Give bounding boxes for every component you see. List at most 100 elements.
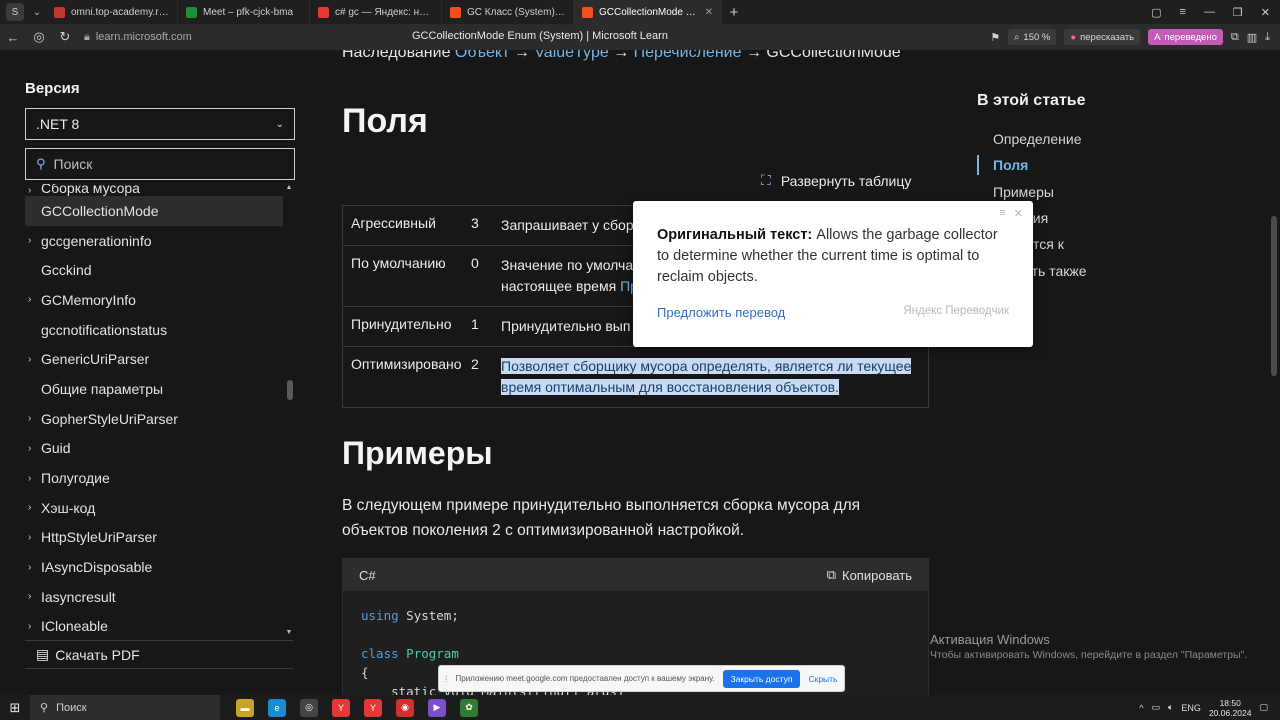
toc-item-label: IAsyncDisposable [41,559,153,576]
page-scrollbar[interactable] [1270,50,1278,695]
toc-item-label: Полугодие [41,470,110,487]
menu-icon[interactable]: ≡ [1179,6,1185,19]
sidebar-toggle-icon[interactable]: ▥ [1247,31,1257,44]
stop-sharing-button[interactable]: Закрыть доступ [722,669,801,688]
inherit-valuetype-link[interactable]: ValueType [534,50,608,61]
app-icon[interactable]: ◎ [300,698,318,717]
suggest-translation-link[interactable]: Предложить перевод [657,305,785,320]
url-field[interactable]: 🔒︎ learn.microsoft.com [84,31,384,44]
inherit-enum-link[interactable]: Перечисление [634,50,742,61]
address-actions: ⚑ ⌕ 150 % ● пересказать Aпереведено ⧉ ▥ ⤓ [990,29,1280,45]
file-explorer-icon[interactable]: ▬ [236,698,254,717]
in-this-article-link[interactable]: Определение [993,126,1087,152]
toc-item[interactable]: › HttpStyleUriParser [25,523,283,553]
close-tab-icon[interactable]: ✕ [705,7,713,18]
toc-item[interactable]: Gcckind [25,255,283,285]
scroll-up-icon[interactable]: ▲ [284,184,294,191]
hide-bar-button[interactable]: Скрыть [808,674,837,684]
chevron-up-icon[interactable]: ^ [1139,703,1143,713]
bookmark-icon[interactable]: ⚑ [990,31,1000,44]
tab-list-chevron-icon[interactable]: ⌄ [28,3,46,21]
maximize-icon[interactable]: ❐ [1233,6,1243,19]
toc-item[interactable]: › GopherStyleUriParser [25,404,283,434]
browser-tab[interactable]: GC Класс (System) | Micr [442,0,574,24]
popup-close-icon[interactable]: ✕ [1014,207,1023,220]
scroll-down-icon[interactable]: ▼ [284,629,294,636]
toc-list: › Сборка мусора GCCollectionMode › gccgenera… [25,184,283,634]
expand-table-button[interactable]: ⛶ Развернуть таблицу [761,172,911,189]
page-scroll-thumb[interactable] [1271,216,1277,376]
windows-start-icon[interactable]: ⊞ [0,700,30,716]
toc-item[interactable]: › Iasyncresult [25,582,283,612]
chevron-right-icon: › [28,294,32,306]
activation-subtitle: Чтобы активировать Windows, перейдите в … [930,649,1248,661]
chrome-icon[interactable]: ◉ [396,698,414,717]
yandex-browser-active-icon[interactable]: Y [364,698,382,717]
download-pdf-link[interactable]: ▤ Скачать PDF [36,646,140,663]
browser-tab[interactable]: omni.top-academy.ru/#/p [46,0,178,24]
drag-handle-icon[interactable]: ⁞ [445,674,448,684]
tab-favicon-icon [186,6,197,18]
app-icon[interactable]: ✿ [460,698,478,717]
new-tab-button[interactable]: + [722,4,746,21]
inherit-arrow: → [513,50,530,61]
in-this-article-link[interactable]: Поля [993,152,1087,178]
reload-icon[interactable]: ↻ [52,29,78,45]
shield-icon[interactable]: ◎ [26,29,52,45]
tab-title: omni.top-academy.ru/#/p [71,6,169,18]
toc-item[interactable]: › Сборка мусора [25,184,283,196]
downloads-icon[interactable]: ⤓ [1265,31,1270,44]
toc-item-label: ICloneable [41,618,108,634]
toc-item[interactable]: › GCMemoryInfo [25,285,283,315]
toc-item[interactable]: › Полугодие [25,463,283,493]
close-window-icon[interactable]: ✕ [1261,6,1270,19]
language-indicator[interactable]: ENG [1181,703,1201,713]
toc-item[interactable]: › IAsyncDisposable [25,552,283,582]
back-icon[interactable]: ← [0,30,26,45]
fields-heading: Поля [342,102,428,140]
toc-scrollbar[interactable]: ▲ ▼ [284,184,294,636]
copy-label: Копировать [842,567,912,583]
toc-item[interactable]: › ICloneable [25,612,283,634]
copy-button[interactable]: ⧉ Копировать [827,567,912,583]
yandex-browser-icon[interactable]: Y [332,698,350,717]
version-select[interactable]: .NET 8 ⌄ [25,108,295,140]
volume-icon[interactable]: 🔈︎ [1168,702,1173,713]
retell-button[interactable]: ● пересказать [1064,29,1141,45]
browser-tab[interactable]: c# gc — Яндекс: нашлось [310,0,442,24]
toc-item[interactable]: GCCollectionMode [25,196,283,226]
browser-menu-icon[interactable]: S [6,3,24,21]
visual-studio-icon[interactable]: ▶ [428,698,446,717]
toc-item[interactable]: › Хэш-код [25,493,283,523]
edge-icon[interactable]: e [268,698,286,717]
zoom-indicator[interactable]: ⌕ 150 % [1008,29,1057,45]
minimize-icon[interactable]: — [1204,6,1215,19]
network-icon[interactable]: ▭ [1152,702,1161,713]
toc-search-input[interactable]: ⚲ Поиск [25,148,295,180]
toc-scroll-thumb[interactable] [287,380,293,400]
extension-icon[interactable]: ⧉ [1231,31,1239,44]
active-indicator [977,155,979,175]
toc-item[interactable]: › Guid [25,434,283,464]
main-content: Наследование Объект → ValueType → Перечи… [320,50,960,695]
translated-badge[interactable]: Aпереведено [1148,29,1223,45]
clock[interactable]: 18:50 20.06.2024 [1209,698,1252,718]
toc-item[interactable]: gccnotificationstatus [25,315,283,345]
inherit-object-link[interactable]: Объект [455,50,509,61]
selected-text: Позволяет сборщику мусора определять, яв… [501,358,912,374]
popup-menu-icon[interactable]: ≡ [999,207,1005,220]
inheritance-line: Наследование Объект → ValueType → Перечи… [342,50,901,62]
toc-item[interactable]: › gccgenerationinfo [25,226,283,256]
taskbar-search[interactable]: ⚲ Поиск [30,695,220,720]
retell-label: пересказать [1080,31,1135,43]
notifications-icon[interactable]: ▢ [1259,702,1268,713]
toc-item[interactable]: Общие параметры [25,374,283,404]
code-language: C# [359,567,376,583]
toc-item[interactable]: › GenericUriParser [25,344,283,374]
collections-icon[interactable]: ▢ [1151,6,1161,19]
toc-item-label: Gcckind [41,262,92,279]
code-keyword: class [361,646,399,661]
browser-tab[interactable]: Meet – pfk-cjck-bma [178,0,310,24]
browser-tab[interactable]: GCCollectionMode Enum ✕ [574,0,722,24]
divider [25,668,293,669]
